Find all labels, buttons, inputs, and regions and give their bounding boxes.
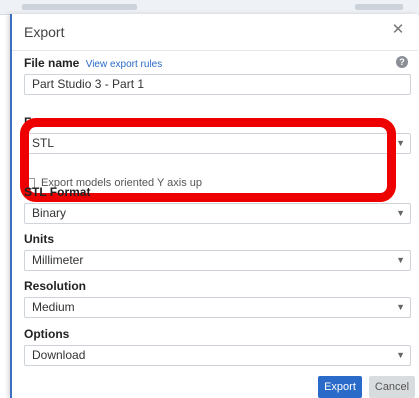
stl-format-select[interactable]: Binary ▼ xyxy=(24,203,411,224)
units-select[interactable]: Millimeter ▼ xyxy=(24,250,411,271)
format-label: Format xyxy=(24,115,65,129)
export-button[interactable]: Export xyxy=(318,376,362,398)
units-label: Units xyxy=(24,232,54,246)
units-value: Millimeter xyxy=(32,253,84,267)
stl-format-value: Binary xyxy=(32,206,67,220)
view-export-rules-link[interactable]: View export rules xyxy=(86,59,163,70)
close-icon[interactable]: ✕ xyxy=(390,22,406,38)
background-text xyxy=(355,4,403,10)
file-name-label: File name View export rules xyxy=(24,56,162,70)
chevron-down-icon: ▼ xyxy=(396,350,405,360)
cancel-button[interactable]: Cancel xyxy=(369,376,415,398)
chevron-down-icon: ▼ xyxy=(396,255,405,265)
dialog-header: Export ✕ xyxy=(12,14,418,51)
format-value: STL xyxy=(32,136,55,150)
resolution-select[interactable]: Medium ▼ xyxy=(24,297,411,318)
file-name-value: Part Studio 3 - Part 1 xyxy=(32,77,145,91)
options-label: Options xyxy=(24,327,70,341)
background-app-strip xyxy=(0,0,419,15)
file-name-label-text: File name xyxy=(24,56,80,70)
resolution-value: Medium xyxy=(32,300,75,314)
export-dialog: Export ✕ File name View export rules ? P… xyxy=(10,14,418,398)
options-value: Download xyxy=(32,348,86,362)
help-icon[interactable]: ? xyxy=(396,56,408,68)
background-text xyxy=(22,4,137,10)
options-select[interactable]: Download ▼ xyxy=(24,345,411,366)
resolution-label: Resolution xyxy=(24,279,86,293)
chevron-down-icon: ▼ xyxy=(396,208,405,218)
stl-format-label: STL Format xyxy=(24,185,91,199)
format-select[interactable]: STL ▼ xyxy=(24,133,411,154)
chevron-down-icon: ▼ xyxy=(396,138,405,148)
chevron-down-icon: ▼ xyxy=(396,302,405,312)
file-name-input[interactable]: Part Studio 3 - Part 1 xyxy=(24,74,411,95)
dialog-title: Export xyxy=(24,24,65,40)
